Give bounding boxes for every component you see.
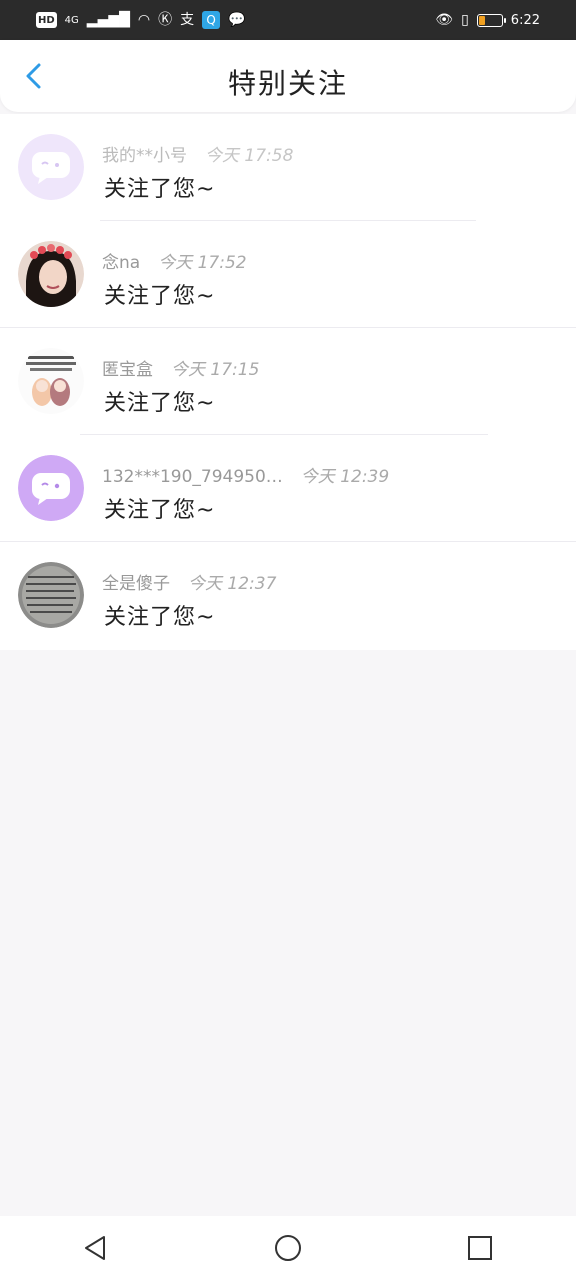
list-item[interactable]: 我的**小号 今天 17:58 关注了您~ [0,114,576,221]
name-line: 132***190_794950… 今天 12:39 [102,462,389,487]
user-name[interactable]: 念na [102,248,140,273]
user-name[interactable]: 匿宝盒 [102,355,153,380]
message-text: 关注了您~ [104,391,216,416]
avatar [18,348,84,414]
battery-icon [476,13,506,27]
alipay-icon: 支 [180,12,195,28]
name-line: 我的**小号 今天 17:58 [102,141,293,166]
person-photo-icon [18,241,84,307]
system-nav-bar [0,1216,576,1280]
app-logo-icon [18,455,84,521]
avatar [18,562,84,628]
square-recents-icon [468,1236,492,1260]
user-name[interactable]: 132***190_794950… [102,467,283,487]
status-right: 👁 ▯ 6:22 [435,13,540,28]
header: 特别关注 [0,40,576,112]
timestamp: 今天 12:39 [300,467,390,487]
status-left: HD 4G ▂▄▆█ ◠ Ⓚ 支 Q 💬 [36,11,246,29]
name-line: 全是傻子 今天 12:37 [102,569,276,594]
name-line: 念na 今天 17:52 [102,248,247,273]
list-item[interactable]: 132***190_794950… 今天 12:39 关注了您~ [0,435,576,542]
search-app-icon: Q [202,11,221,29]
nav-home-button[interactable] [264,1224,312,1272]
circle-home-icon [275,1235,301,1261]
k-app-icon: Ⓚ [158,12,173,28]
timestamp: 今天 17:52 [158,253,247,273]
vibrate-icon: ▯ [461,12,469,28]
list-item[interactable]: 念na 今天 17:52 关注了您~ [0,221,576,328]
chat-bubble-icon: 💬 [228,12,246,28]
clock: 6:22 [510,12,540,28]
eye-icon: 👁 [435,12,454,28]
triangle-back-icon [85,1236,105,1260]
follow-list: 我的**小号 今天 17:58 关注了您~ 念na 今天 17:52 关注了您~ [0,114,576,650]
list-item[interactable]: 匿宝盒 今天 17:15 关注了您~ [0,328,576,435]
avatar [18,134,84,200]
timestamp: 今天 17:15 [171,360,260,380]
network-label: 4G [64,14,79,26]
nav-recents-button[interactable] [456,1224,504,1272]
message-text: 关注了您~ [104,605,216,630]
avatar [18,241,84,307]
message-text: 关注了您~ [104,284,216,309]
signal-icon: ▂▄▆█ [86,12,130,28]
message-text: 关注了您~ [104,498,216,523]
name-line: 匿宝盒 今天 17:15 [102,355,259,380]
app-logo-icon [18,134,84,200]
timestamp: 今天 12:37 [188,574,277,594]
message-text: 关注了您~ [104,177,216,202]
illustration-icon [18,348,84,414]
status-bar: HD 4G ▂▄▆█ ◠ Ⓚ 支 Q 💬 👁 ▯ 6:22 [0,0,576,40]
list-item[interactable]: 全是傻子 今天 12:37 关注了您~ [0,542,576,649]
avatar [18,455,84,521]
timestamp: 今天 17:58 [205,146,294,166]
user-name[interactable]: 我的**小号 [102,141,187,166]
page-title: 特别关注 [227,67,348,100]
nav-back-button[interactable] [72,1224,120,1272]
user-name[interactable]: 全是傻子 [102,569,170,594]
wifi-icon: ◠ [137,12,151,28]
hd-badge: HD [36,12,57,28]
paper-photo-icon [18,562,84,628]
